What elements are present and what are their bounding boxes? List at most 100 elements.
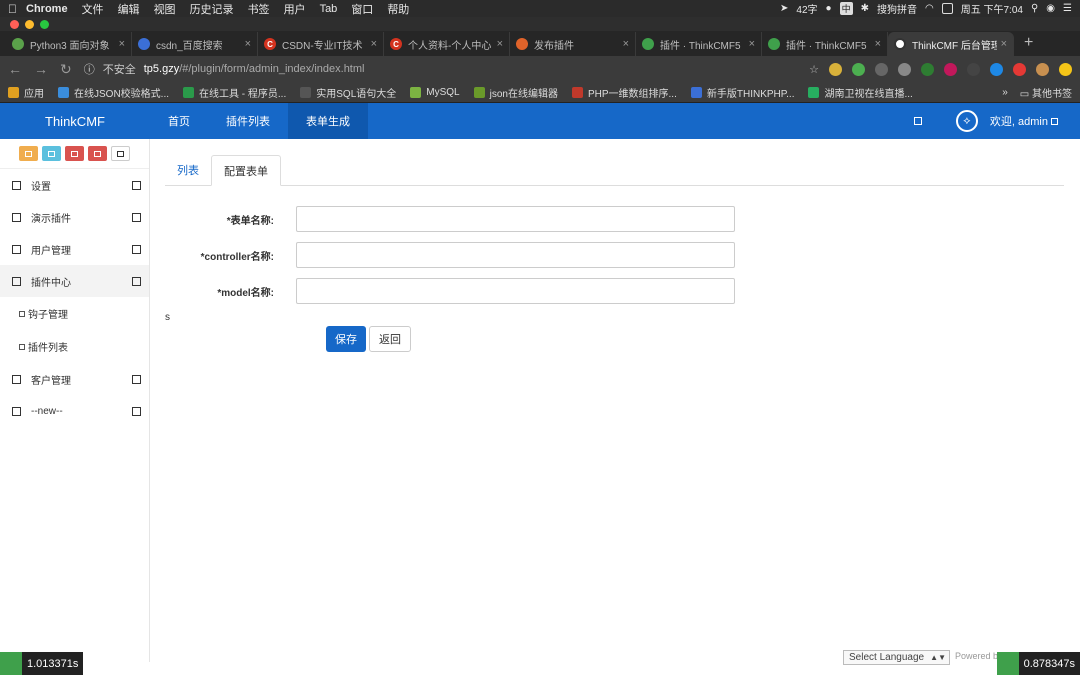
browser-tab[interactable]: C 个人资料-个人中心 × xyxy=(384,32,510,56)
bluetooth-icon[interactable]: ✱ xyxy=(861,3,869,14)
tab-close-icon[interactable]: × xyxy=(371,38,377,50)
sidebar-item[interactable]: 用户管理 xyxy=(0,233,149,265)
language-select[interactable]: Select Language ▲▼ xyxy=(843,650,950,665)
zoom-window-button[interactable] xyxy=(40,19,49,29)
fullscreen-icon[interactable] xyxy=(913,117,922,125)
bookmark-item[interactable]: 湖南卫视在线直播... xyxy=(808,85,913,100)
sidebar-subitem[interactable]: 钩子管理 xyxy=(0,297,149,330)
browser-tab[interactable]: Python3 面向对象 × xyxy=(6,32,132,56)
menu-item[interactable]: 窗口 xyxy=(351,1,373,17)
menu-item[interactable]: 用户 xyxy=(284,1,306,17)
browser-tab[interactable]: 插件 · ThinkCMF5 × xyxy=(636,32,762,56)
send-icon[interactable]: ➤ xyxy=(780,3,788,14)
extension-puzzle-icon[interactable] xyxy=(829,62,842,76)
tab-close-icon[interactable]: × xyxy=(1001,38,1007,50)
menu-item[interactable]: 视图 xyxy=(154,1,176,17)
sidebar-subitem[interactable]: 插件列表 xyxy=(0,330,149,363)
form-name-input[interactable] xyxy=(296,206,735,232)
extension-icon[interactable] xyxy=(990,62,1003,76)
tab-close-icon[interactable]: × xyxy=(623,38,629,50)
avatar[interactable]: ⟡ xyxy=(955,110,978,132)
back-icon[interactable]: ← xyxy=(8,61,22,77)
new-tab-icon[interactable]: + xyxy=(1024,34,1033,52)
ime-indicator[interactable]: 中 xyxy=(839,2,853,15)
shortcut-button[interactable] xyxy=(42,146,61,161)
ime-name[interactable]: 搜狗拼音 xyxy=(877,1,917,16)
bookmark-item[interactable]: MySQL xyxy=(410,86,460,98)
nav-plugin-list[interactable]: 插件列表 xyxy=(208,103,288,139)
browser-tab[interactable]: 插件 · ThinkCMF5 × xyxy=(762,32,888,56)
sidebar-item[interactable]: 设置 xyxy=(0,169,149,201)
shortcut-button[interactable] xyxy=(19,146,38,161)
browser-tab[interactable]: ThinkCMF 后台管理 × xyxy=(888,32,1014,56)
tab-close-icon[interactable]: × xyxy=(875,38,881,50)
welcome-user[interactable]: 欢迎, admin xyxy=(990,113,1058,129)
mic-icon[interactable]: ● xyxy=(826,3,832,14)
shortcut-button[interactable] xyxy=(111,146,130,161)
tab-close-icon[interactable]: × xyxy=(119,38,125,50)
bookmark-item[interactable]: PHP一维数组排序... xyxy=(571,85,677,100)
clock[interactable]: 周五 下午7:04 xyxy=(961,1,1023,16)
nav-home[interactable]: 首页 xyxy=(150,103,208,139)
browser-tab[interactable]: 发布插件 × xyxy=(510,32,636,56)
menu-list-icon[interactable]: ☰ xyxy=(1063,3,1072,14)
bookmark-item[interactable]: 在线工具 - 程序员... xyxy=(183,85,286,100)
user-icon[interactable]: ◉ xyxy=(1046,3,1055,14)
tab-close-icon[interactable]: × xyxy=(245,38,251,50)
battery-icon[interactable] xyxy=(941,3,953,14)
menu-item[interactable]: 文件 xyxy=(82,1,104,17)
bookmarks-more-icon[interactable]: » xyxy=(1002,87,1008,98)
menu-app-name[interactable]: Chrome xyxy=(26,3,68,15)
bookmark-item[interactable]: 新手版THINKPHP... xyxy=(690,85,794,100)
sidebar-item[interactable]: 插件中心 xyxy=(0,265,149,297)
forward-icon[interactable]: → xyxy=(34,61,48,77)
profile-avatar-icon[interactable] xyxy=(1036,62,1049,76)
close-window-button[interactable] xyxy=(10,19,19,29)
extension-icon[interactable] xyxy=(944,62,957,76)
extension-icon[interactable] xyxy=(852,62,865,76)
tab-config-form[interactable]: 配置表单 xyxy=(211,155,281,186)
extension-icon[interactable] xyxy=(967,62,980,76)
extension-icon[interactable] xyxy=(898,62,911,76)
back-button[interactable]: 返回 xyxy=(369,326,411,352)
tab-close-icon[interactable]: × xyxy=(749,38,755,50)
wifi-icon[interactable]: ◠ xyxy=(925,3,934,14)
sidebar-item[interactable]: 客户管理 xyxy=(0,363,149,395)
menu-item[interactable]: 历史记录 xyxy=(190,1,234,17)
menu-item[interactable]: 书签 xyxy=(248,1,270,17)
other-bookmarks[interactable]: ▭ 其他书签 xyxy=(1020,85,1072,100)
menu-item[interactable]: 编辑 xyxy=(118,1,140,17)
tab-close-icon[interactable]: × xyxy=(497,38,503,50)
model-name-input[interactable] xyxy=(296,278,735,304)
extension-icon[interactable] xyxy=(1013,62,1026,76)
sidebar-item[interactable]: 演示插件 xyxy=(0,201,149,233)
controller-name-input[interactable] xyxy=(296,242,735,268)
apple-icon[interactable]:  xyxy=(8,2,26,16)
extension-icon[interactable] xyxy=(875,62,888,76)
bookmark-item[interactable]: 应用 xyxy=(8,85,44,100)
brand-logo[interactable]: ThinkCMF xyxy=(0,103,150,139)
tab-list[interactable]: 列表 xyxy=(165,154,211,185)
browser-tab[interactable]: csdn_百度搜索 × xyxy=(132,32,258,56)
nav-form-generator[interactable]: 表单生成 xyxy=(288,103,368,139)
word-count-status[interactable]: 42字 xyxy=(796,1,817,16)
sidebar-item[interactable]: --new-- xyxy=(0,395,149,427)
save-button[interactable]: 保存 xyxy=(326,326,366,352)
debug-timer-right[interactable]: 0.878347s xyxy=(996,652,1080,675)
menu-item[interactable]: Tab xyxy=(320,3,338,15)
bookmark-item[interactable]: json在线编辑器 xyxy=(473,85,558,100)
extension-icon[interactable] xyxy=(921,62,934,76)
minimize-window-button[interactable] xyxy=(25,19,34,29)
shortcut-button[interactable] xyxy=(65,146,84,161)
bookmark-star-icon[interactable]: ☆ xyxy=(809,63,819,76)
bookmark-item[interactable]: 在线JSON校验格式... xyxy=(58,85,169,100)
reload-icon[interactable]: ↻ xyxy=(60,61,72,78)
menu-item[interactable]: 帮助 xyxy=(387,1,409,17)
search-icon[interactable]: ⚲ xyxy=(1031,3,1038,14)
bookmark-item[interactable]: 实用SQL语句大全 xyxy=(300,85,396,100)
shortcut-button[interactable] xyxy=(88,146,107,161)
debug-timer-left[interactable]: 1.013371s xyxy=(0,652,84,675)
info-icon[interactable]: ⓘ xyxy=(84,61,95,77)
browser-tab[interactable]: C CSDN-专业IT技术 × xyxy=(258,32,384,56)
extension-icon[interactable] xyxy=(1059,62,1072,76)
